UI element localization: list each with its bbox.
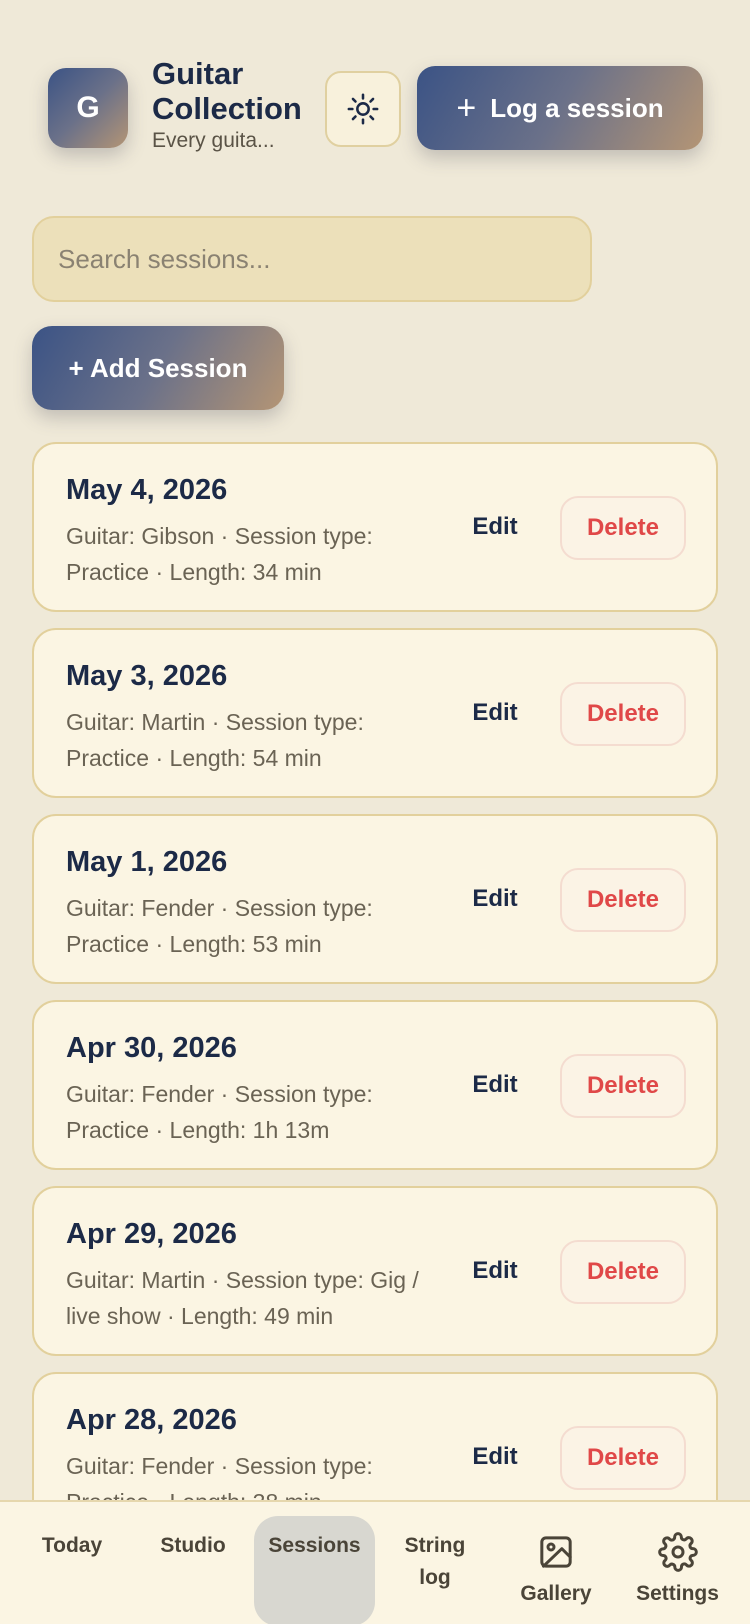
delete-button[interactable]: Delete — [560, 1240, 686, 1304]
session-details: Guitar: Gibson · Session type: Practice … — [66, 523, 373, 585]
delete-button[interactable]: Delete — [560, 1426, 686, 1490]
nav-item-label: Settings — [636, 1582, 719, 1605]
image-icon — [540, 1536, 572, 1568]
session-date: May 4, 2026 — [66, 474, 228, 506]
nav-item-string-log[interactable]: String log — [375, 1502, 495, 1624]
nav-item-sessions[interactable]: Sessions — [254, 1516, 375, 1624]
session-card: May 1, 2026 Guitar: Fender · Session typ… — [32, 814, 718, 984]
nav-item-label: Gallery — [520, 1582, 592, 1605]
session-date: Apr 29, 2026 — [66, 1218, 237, 1250]
session-date: Apr 30, 2026 — [66, 1032, 237, 1064]
app-root: G Guitar Collection Every guita... + Log… — [0, 0, 750, 1624]
nav-item-studio[interactable]: Studio — [133, 1502, 253, 1624]
bottom-nav: Today Studio Sessions String log Gallery… — [0, 1500, 750, 1624]
edit-button[interactable]: Edit — [460, 1434, 530, 1480]
nav-item-label: Studio — [160, 1534, 226, 1557]
gear-icon — [657, 1532, 698, 1572]
session-date: Apr 28, 2026 — [66, 1404, 237, 1436]
edit-button[interactable]: Edit — [460, 876, 530, 922]
edit-button[interactable]: Edit — [460, 1062, 530, 1108]
edit-button[interactable]: Edit — [460, 504, 530, 550]
nav-item-label: String log — [404, 1534, 466, 1589]
brand: Guitar Collection Every guita... — [152, 56, 322, 153]
sun-icon — [347, 93, 379, 125]
delete-button[interactable]: Delete — [560, 868, 686, 932]
plus-icon: + — [456, 89, 477, 127]
nav-item-label: Sessions — [268, 1534, 361, 1557]
session-date: May 3, 2026 — [66, 660, 228, 692]
search-input[interactable] — [32, 216, 592, 302]
nav-item-label: Today — [41, 1534, 103, 1557]
session-card: Apr 30, 2026 Guitar: Fender · Session ty… — [32, 1000, 718, 1170]
session-date: May 1, 2026 — [66, 846, 228, 878]
header: G Guitar Collection Every guita... + Log… — [48, 56, 703, 153]
session-details: Guitar: Fender · Session type: Practice … — [66, 895, 373, 957]
app-subtitle: Every guita... — [152, 129, 275, 152]
delete-button[interactable]: Delete — [560, 1054, 686, 1118]
log-session-button[interactable]: + Log a session — [417, 66, 703, 150]
nav-item-settings[interactable]: Settings — [617, 1502, 738, 1624]
delete-button[interactable]: Delete — [560, 496, 686, 560]
log-session-label: Log a session — [490, 92, 664, 123]
add-session-button[interactable]: + Add Session — [32, 326, 284, 410]
edit-button[interactable]: Edit — [460, 1248, 530, 1294]
session-details: Guitar: Martin · Session type: Practice … — [66, 709, 364, 771]
nav-item-gallery[interactable]: Gallery — [496, 1502, 616, 1624]
session-card: May 4, 2026 Guitar: Gibson · Session typ… — [32, 442, 718, 612]
session-details: Guitar: Martin · Session type: Gig / liv… — [66, 1267, 419, 1329]
edit-button[interactable]: Edit — [460, 690, 530, 736]
session-details: Guitar: Fender · Session type: Practice … — [66, 1081, 373, 1143]
delete-button[interactable]: Delete — [560, 682, 686, 746]
app-title: Guitar Collection — [152, 56, 302, 126]
theme-toggle-button[interactable] — [325, 71, 401, 147]
nav-item-today[interactable]: Today — [12, 1502, 132, 1624]
session-card: Apr 29, 2026 Guitar: Martin · Session ty… — [32, 1186, 718, 1356]
session-list: May 4, 2026 Guitar: Gibson · Session typ… — [32, 442, 718, 1558]
session-card: May 3, 2026 Guitar: Martin · Session typ… — [32, 628, 718, 798]
app-logo: G — [48, 68, 128, 148]
